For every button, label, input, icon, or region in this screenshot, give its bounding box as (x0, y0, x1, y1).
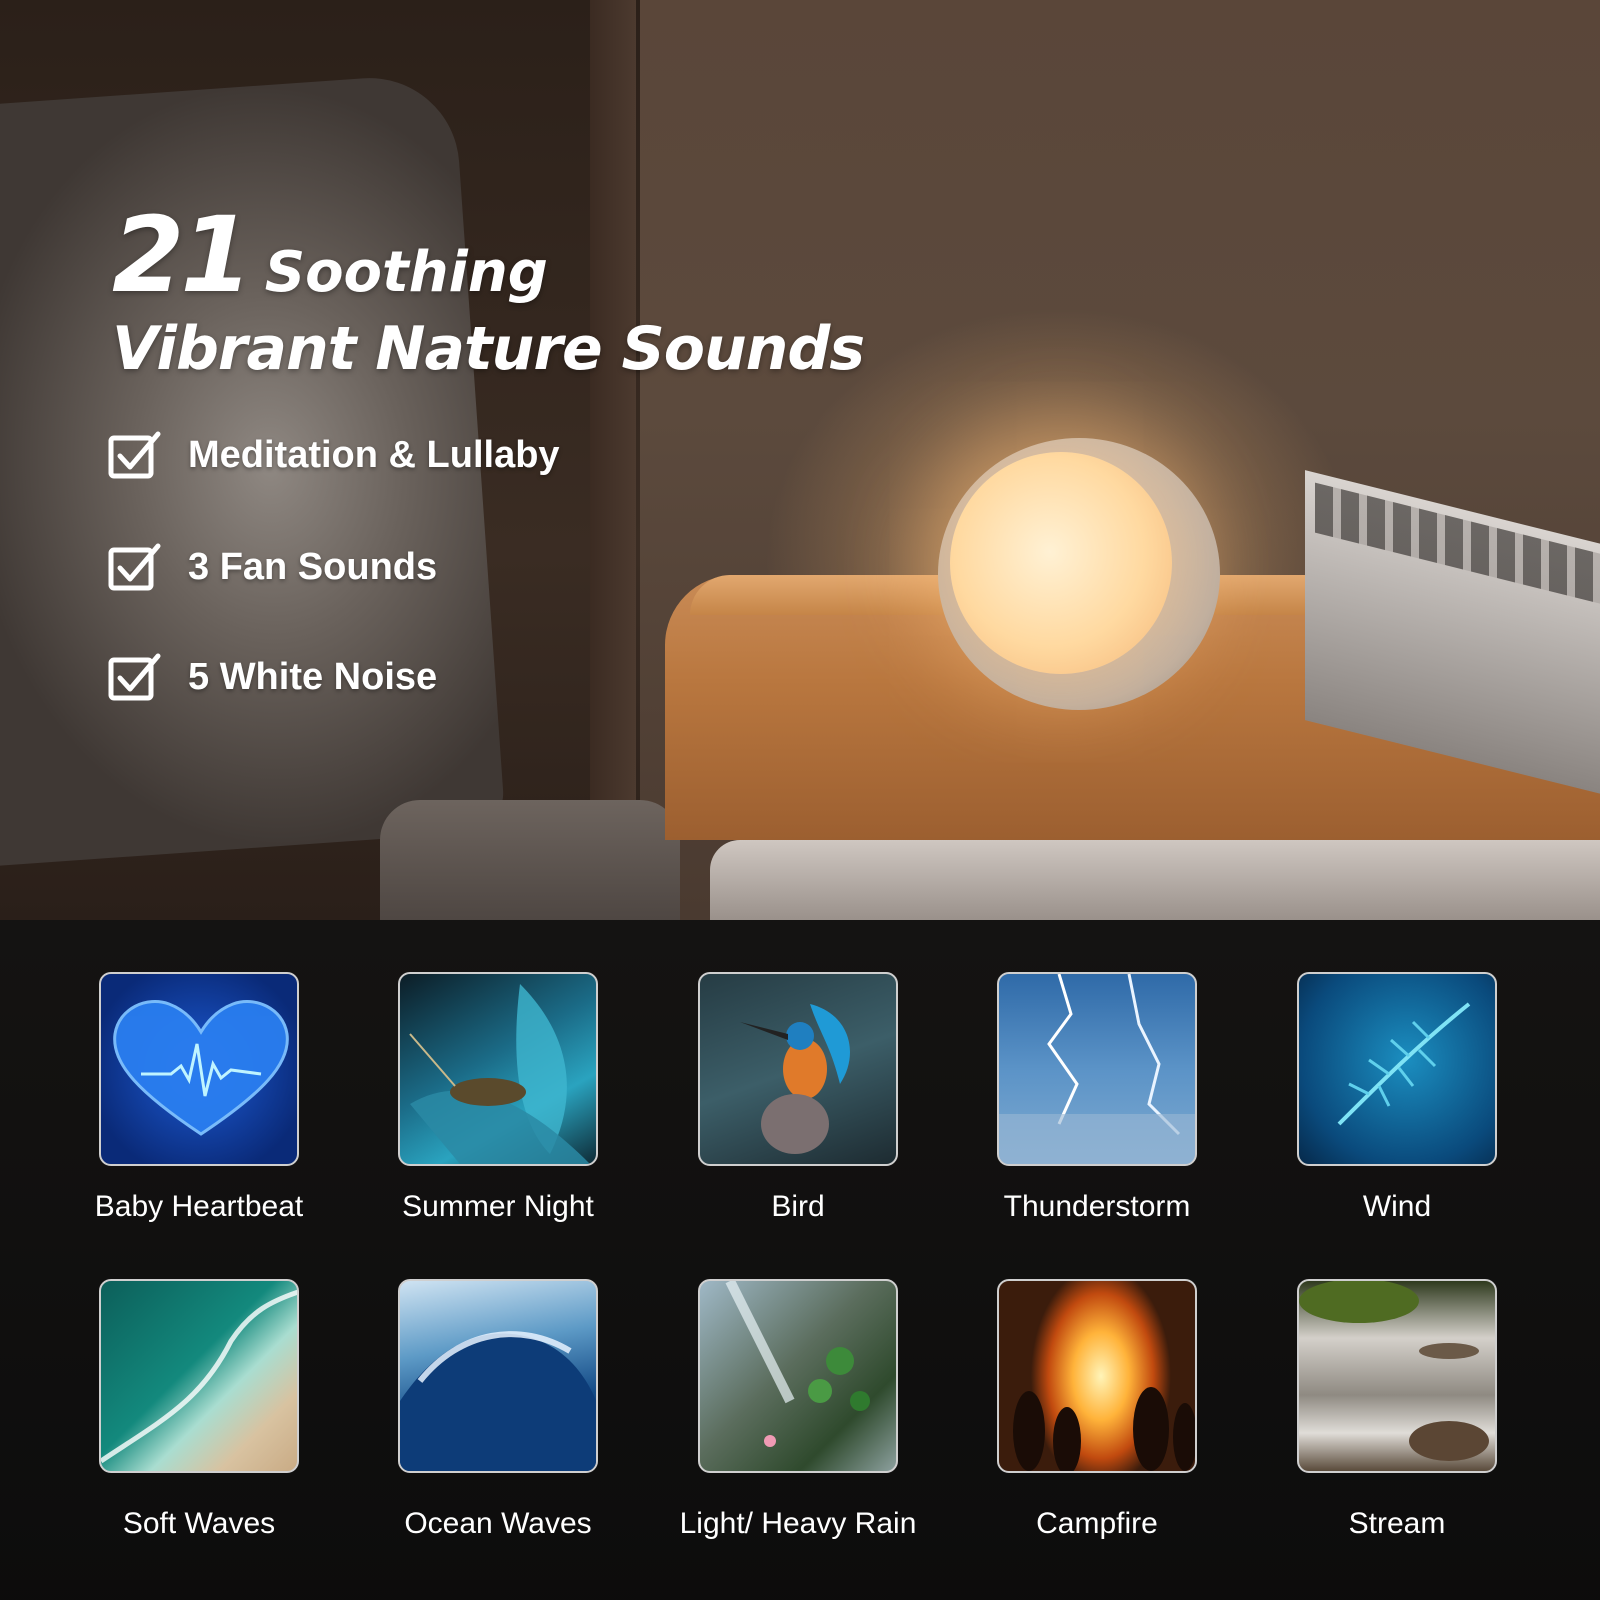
cricket-icon (409, 984, 590, 1164)
feature-label: Meditation & Lullaby (188, 433, 560, 476)
nightstand-drawer (710, 840, 1600, 920)
pine-branch-icon (1337, 1002, 1471, 1126)
feature-item: 3 Fan Sounds (108, 542, 437, 592)
rain-leaves-icon (725, 1281, 870, 1447)
shoreline-icon (101, 1289, 297, 1464)
heart-icon (113, 1000, 289, 1136)
sound-label: Summer Night (402, 1190, 594, 1223)
sound-label: Bird (771, 1190, 825, 1223)
lamp-glow (950, 452, 1172, 674)
sound-label: Soft Waves (122, 1507, 276, 1540)
campfire-icon (1013, 1387, 1195, 1471)
sound-label: Stream (1348, 1507, 1446, 1540)
checkbox-icon (108, 653, 161, 701)
headline: 21 Soothing Vibrant Nature Sounds (112, 200, 865, 384)
soft-waves-tile (99, 1279, 299, 1473)
checkbox-icon (108, 431, 161, 479)
sound-label: Thunderstorm (1003, 1190, 1191, 1223)
stream-tile (1297, 1279, 1497, 1473)
feature-item: Meditation & Lullaby (108, 430, 560, 480)
kingfisher-icon (740, 1004, 850, 1154)
headline-word: Soothing (264, 240, 548, 305)
product-image: 21 Soothing Vibrant Nature Sounds Meditat… (0, 0, 1600, 1600)
wave-icon (400, 1331, 596, 1471)
bird-tile (698, 972, 898, 1166)
feature-item: 5 White Noise (108, 652, 437, 702)
stream-rocks-icon (1299, 1281, 1489, 1461)
headline-number: 21 (112, 194, 253, 316)
feature-label: 3 Fan Sounds (188, 545, 438, 588)
headline-subtitle: Vibrant Nature Sounds (112, 314, 865, 384)
baby-heartbeat-tile (99, 972, 299, 1166)
feature-label: 5 White Noise (188, 655, 438, 698)
checkbox-icon (108, 543, 161, 591)
headboard-edge (590, 0, 636, 920)
lightning-icon (999, 974, 1195, 1164)
sound-label: Light/ Heavy Rain (679, 1507, 917, 1540)
campfire-tile (997, 1279, 1197, 1473)
wind-tile (1297, 972, 1497, 1166)
summer-night-tile (398, 972, 598, 1166)
sound-label: Campfire (1036, 1507, 1158, 1540)
rain-tile (698, 1279, 898, 1473)
thunderstorm-tile (997, 972, 1197, 1166)
sound-label: Ocean Waves (404, 1507, 592, 1540)
bed-blanket (380, 800, 680, 920)
sound-label: Wind (1362, 1190, 1432, 1223)
sound-label: Baby Heartbeat (94, 1190, 304, 1223)
ocean-waves-tile (398, 1279, 598, 1473)
